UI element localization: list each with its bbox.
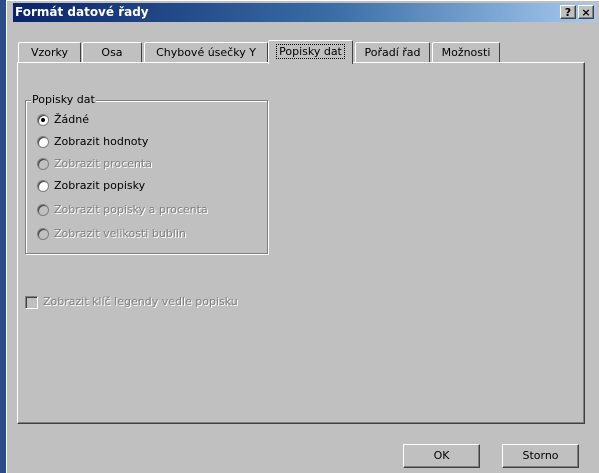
tab-label: Pořadí řad bbox=[364, 46, 421, 59]
tab-poradi-rad[interactable]: Pořadí řad bbox=[355, 42, 430, 62]
radio-button bbox=[37, 228, 49, 240]
help-button[interactable]: ? bbox=[560, 5, 576, 19]
tab-label: Popisky dat bbox=[276, 44, 345, 59]
legend-key-checkbox bbox=[25, 296, 38, 309]
close-button[interactable]: × bbox=[578, 5, 594, 19]
tab-label: Vzorky bbox=[30, 46, 69, 59]
radio-button[interactable] bbox=[37, 180, 49, 192]
cancel-button[interactable]: Storno bbox=[502, 444, 579, 468]
radio-label: Zobrazit popisky bbox=[54, 179, 146, 192]
close-icon: × bbox=[581, 6, 591, 19]
radio-label: Žádné bbox=[54, 113, 89, 126]
tab-osa[interactable]: Osa bbox=[82, 42, 142, 62]
radio-button[interactable] bbox=[37, 114, 49, 126]
tab-vzorky[interactable]: Vzorky bbox=[18, 42, 81, 62]
radio-label: Zobrazit popisky a procenta bbox=[54, 203, 208, 216]
ok-button[interactable]: OK bbox=[403, 444, 480, 468]
title-bar[interactable]: Formát datové řady ? × bbox=[13, 3, 596, 22]
tab-chybove-usecky-y[interactable]: Chybové úsečky Y bbox=[144, 42, 268, 62]
groupbox-title: Popisky dat bbox=[31, 93, 96, 107]
help-icon: ? bbox=[564, 6, 572, 19]
tab-label: Osa bbox=[101, 46, 123, 59]
tab-moznosti[interactable]: Možnosti bbox=[432, 42, 500, 62]
radio-label: Zobrazit procenta bbox=[54, 157, 152, 170]
dialog-title: Formát datové řady bbox=[15, 5, 149, 19]
radio-button bbox=[37, 158, 49, 170]
radio-label: Zobrazit velikosti bublin bbox=[54, 227, 186, 240]
checkbox-label: Zobrazit klíč legendy vedle popisku bbox=[43, 295, 238, 308]
radio-selected-dot bbox=[41, 118, 45, 122]
tab-label: Chybové úsečky Y bbox=[156, 46, 256, 59]
radio-button[interactable] bbox=[37, 136, 49, 148]
tab-popisky-dat[interactable]: Popisky dat bbox=[268, 40, 353, 64]
radio-button bbox=[37, 204, 49, 216]
radio-label: Zobrazit hodnoty bbox=[54, 135, 149, 148]
tab-label: Možnosti bbox=[441, 46, 491, 59]
